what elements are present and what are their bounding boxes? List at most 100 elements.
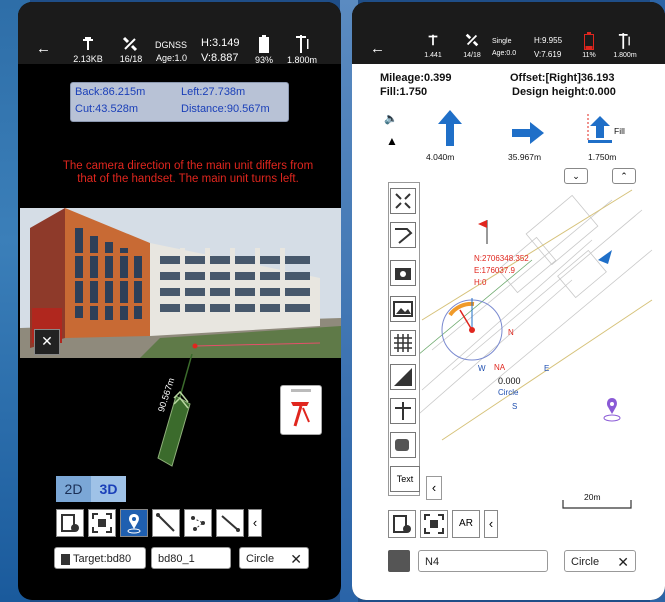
slope-button[interactable] — [390, 364, 416, 390]
image-icon — [393, 301, 413, 317]
satellite-icon — [121, 35, 139, 56]
compass-s: S — [512, 402, 518, 411]
coordinate-n: N:2706348.352 — [474, 254, 529, 263]
compass-w: W — [478, 364, 486, 373]
back-arrow-icon[interactable]: ← — [36, 40, 51, 57]
locate-button[interactable] — [120, 509, 148, 537]
image-button[interactable] — [390, 296, 416, 322]
layer-settings-icon — [61, 514, 79, 532]
draw-line-button[interactable] — [216, 509, 244, 537]
design-height: Design height:0.000 — [512, 86, 616, 98]
grid-button[interactable] — [390, 330, 416, 356]
layers-button[interactable] — [390, 432, 416, 458]
fill-up-icon — [587, 114, 612, 143]
satellite-count-2: 14/18 — [463, 52, 481, 59]
stake-pen-button[interactable] — [390, 222, 416, 248]
up-arrow-icon — [438, 110, 462, 146]
back-arrow-icon-2[interactable]: ← — [370, 40, 385, 57]
mode-selector[interactable]: Circle ✕ — [239, 547, 309, 569]
forward-distance: 4.040m — [426, 152, 455, 162]
solution-type-2: Single — [492, 38, 512, 45]
battery-percent: 93% — [254, 55, 273, 65]
layer-settings-button-2[interactable] — [388, 510, 416, 538]
camera-icon — [395, 268, 411, 280]
bottom-tool-strip: AR ‹ — [388, 510, 508, 538]
radio-antenna-icon-2 — [426, 32, 440, 51]
h-precision: H:3.149 — [201, 37, 240, 49]
camera-button[interactable] — [390, 260, 416, 286]
stake-tool-button[interactable] — [280, 385, 322, 435]
stakeout-map-screen: Mileage:0.399 Offset:[Right]36.193 Fill:… — [352, 64, 665, 600]
measure-line-button[interactable] — [152, 509, 180, 537]
locate-target-icon[interactable] — [596, 394, 628, 426]
collapse-chevron-left-icon-2[interactable]: ‹ — [484, 510, 498, 538]
fill: Fill:1.750 — [380, 86, 428, 98]
close-camera-button[interactable]: ✕ — [34, 329, 60, 355]
layer-settings-icon-2 — [393, 515, 411, 533]
stake-icon — [291, 402, 310, 427]
point-name-field-2[interactable]: N4 — [418, 550, 548, 572]
expand-icon — [395, 193, 411, 209]
text-button[interactable]: Text — [390, 466, 420, 492]
h-precision-2: H:9.955 — [534, 36, 563, 45]
fit-view-icon — [92, 513, 112, 533]
sound-icon[interactable]: 🔈 — [384, 112, 398, 125]
offset: Offset:[Right]36.193 — [510, 72, 615, 84]
battery-icon — [259, 35, 269, 56]
ar-button[interactable]: AR — [452, 510, 480, 538]
slope-icon — [394, 368, 412, 386]
low-battery-icon — [584, 32, 594, 53]
mode-label-2: Circle — [571, 556, 600, 568]
v-precision: V:8.887 — [201, 52, 239, 64]
mode-selector-2[interactable]: Circle ✕ — [564, 550, 636, 572]
close-icon[interactable]: ✕ — [290, 548, 302, 570]
coordinate-e: E:176037.9 — [474, 266, 515, 275]
close-icon-2[interactable]: ✕ — [617, 551, 629, 573]
total-distance: Distance:90.567m — [181, 103, 270, 115]
age-value: Age:1.0 — [156, 53, 188, 63]
coordinate-h: H:0 — [474, 278, 487, 287]
battery-percent-2: 11% — [582, 52, 596, 59]
cut-value: Cut:43.528m — [75, 103, 138, 115]
satellite-count: 16/18 — [119, 54, 143, 64]
north-icon: ▲ — [386, 134, 398, 148]
list-icon-2[interactable] — [388, 550, 410, 572]
fill-distance: 1.750m — [588, 152, 617, 162]
tool-strip: ‹ — [56, 509, 296, 537]
right-phone-screen: ← 1.441 14/18 Single Age:0.0 H:9.955 V:7… — [352, 2, 665, 600]
collapse-chevron-left-icon[interactable]: ‹ — [426, 476, 442, 500]
target-bar: Target:bd80 bd80_1 Circle ✕ — [18, 547, 341, 581]
toggle-2d[interactable]: 2D — [56, 476, 91, 502]
age-value-2: Age:0.0 — [492, 50, 517, 57]
compass-center-value: 0.000 — [498, 376, 521, 386]
left-phone-screen: ← 2.13KB 16/18 DGNSS Age:1.0 H:3.149 V:8… — [18, 2, 341, 600]
fullscreen-button[interactable] — [390, 188, 416, 214]
grid-icon — [394, 334, 412, 352]
point-snap-button[interactable] — [184, 509, 212, 537]
pole-height-icon-2 — [618, 32, 632, 53]
v-precision-2: V:7.619 — [534, 50, 562, 59]
target-selector[interactable]: Target:bd80 — [54, 547, 146, 569]
view-mode-toggle[interactable]: 2D 3D — [56, 476, 126, 502]
right-distance: 35.967m — [508, 152, 542, 162]
pole-height-2: 1.800m — [613, 52, 637, 59]
pole-height: 1.800m — [286, 55, 318, 65]
cross-section-button[interactable] — [390, 398, 416, 424]
points-icon — [191, 516, 205, 531]
location-pin-icon — [127, 514, 141, 534]
solution-type: DGNSS — [155, 40, 188, 50]
fit-view-button-2[interactable] — [420, 510, 448, 538]
point-name-field[interactable]: bd80_1 — [151, 547, 231, 569]
layer-settings-button[interactable] — [56, 509, 84, 537]
data-rate-2: 1.441 — [424, 52, 442, 59]
radio-antenna-icon — [80, 36, 96, 55]
stakeout-info-panel: Back:86.215m Left:27.738m Cut:43.528m Di… — [70, 82, 289, 122]
collapse-tools-chevron-icon[interactable]: ‹ — [248, 509, 262, 537]
left-distance: Left:27.738m — [181, 86, 246, 98]
camera-direction-warning: The camera direction of the main unit di… — [62, 160, 314, 185]
pole-height-icon — [295, 35, 311, 56]
fit-view-button[interactable] — [88, 509, 116, 537]
toggle-3d[interactable]: 3D — [91, 476, 126, 502]
cross-section-icon — [395, 402, 411, 420]
line-icon — [156, 513, 175, 532]
